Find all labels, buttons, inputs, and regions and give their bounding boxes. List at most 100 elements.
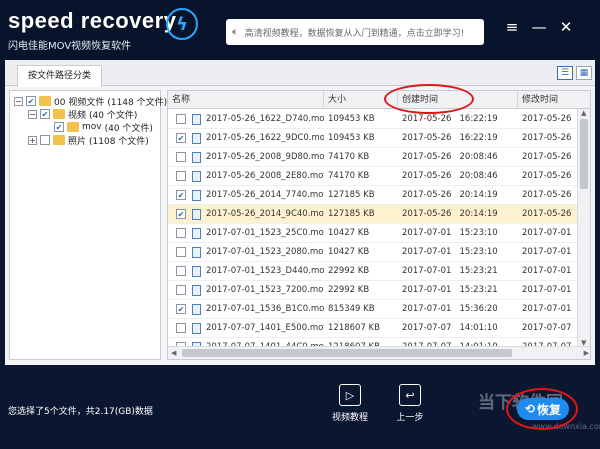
cell-name: 2017-07-01_1523_D440.mov xyxy=(206,266,324,276)
scroll-right-icon[interactable]: ▶ xyxy=(584,349,589,357)
row-checkbox[interactable] xyxy=(176,247,186,257)
checkbox-mov[interactable]: ✔ xyxy=(54,122,64,132)
table-row[interactable]: ✔ 2017-07-01_1536_B1C0.mov 815349 KB 2017-0… xyxy=(168,300,579,319)
row-checkbox[interactable] xyxy=(176,323,186,333)
collapse-icon[interactable]: − xyxy=(14,96,23,106)
scroll-thumb[interactable] xyxy=(580,119,588,189)
table-row[interactable]: 2017-07-01_1523_7200.mov 22992 KB 2017-07-… xyxy=(168,281,579,300)
cell-created: 2017-07-07 14:01:10 xyxy=(402,323,498,333)
cell-modified: 2017-07-01 xyxy=(522,285,572,295)
table-row[interactable]: 2017-05-26_2008_9D80.mov 74170 KB 2017-05-… xyxy=(168,148,579,167)
scroll-up-icon[interactable]: ▲ xyxy=(581,109,586,117)
checkbox-photo[interactable] xyxy=(40,135,50,145)
cell-modified: 2017-07-01 xyxy=(522,247,572,257)
cell-name: 2017-07-01_1523_7200.mov xyxy=(206,285,324,295)
column-modified[interactable]: 修改时间 xyxy=(518,91,590,109)
row-checkbox[interactable]: ✔ xyxy=(176,190,186,200)
tree-node-mov[interactable]: ✔ mov (40 个文件) xyxy=(54,121,153,134)
cell-created: 2017-07-01 15:23:21 xyxy=(402,285,498,295)
cell-name: 2017-07-07_1401_E500.mov xyxy=(206,323,324,333)
cell-name: 2017-05-26_2008_9D80.mov xyxy=(206,152,324,162)
cell-created: 2017-07-01 15:36:20 xyxy=(402,304,498,314)
tree-node-photo[interactable]: + 照片 (1108 个文件) xyxy=(28,134,149,147)
table-header: 名称 大小 创建时间 修改时间 xyxy=(168,91,590,109)
video-file-icon xyxy=(192,114,201,125)
video-file-icon xyxy=(192,171,201,182)
minimize-icon[interactable]: — xyxy=(530,18,548,36)
back-label: 上一步 xyxy=(396,413,424,423)
row-checkbox[interactable] xyxy=(176,266,186,276)
folder-icon xyxy=(67,122,79,132)
video-file-icon xyxy=(192,133,201,144)
row-checkbox[interactable]: ✔ xyxy=(176,304,186,314)
tree-count-video: (40 个文件) xyxy=(89,110,138,121)
highlight-ring-created xyxy=(384,84,474,114)
cell-size: 22992 KB xyxy=(328,266,370,276)
table-row[interactable]: 2017-05-26_2008_2E80.mov 74170 KB 2017-05-… xyxy=(168,167,579,186)
cell-name: 2017-07-01_1523_2080.mov xyxy=(206,247,324,257)
cell-name: 2017-05-26_1622_D740.mov xyxy=(206,114,324,124)
table-row[interactable]: 2017-07-07_1401_E500.mov 1218607 KB 2017-0… xyxy=(168,319,579,338)
tree-count-root: (1148 个文件) xyxy=(107,97,168,108)
tab-by-path[interactable]: 按文件路径分类 xyxy=(17,65,103,87)
cell-size: 109453 KB xyxy=(328,114,375,124)
cell-name: 2017-07-01_1523_25C0.mov xyxy=(206,228,324,238)
grid-view-icon[interactable]: ▦ xyxy=(576,66,592,80)
row-checkbox[interactable] xyxy=(176,114,186,124)
tree-label-video: 视频 xyxy=(68,110,87,121)
video-file-icon xyxy=(192,304,201,315)
cell-modified: 2017-07-07 xyxy=(522,323,572,333)
row-checkbox[interactable] xyxy=(176,285,186,295)
cell-modified: 2017-07-01 xyxy=(522,304,572,314)
cell-created: 2017-05-26 16:22:19 xyxy=(402,133,498,143)
tutorial-banner[interactable]: 🔈︎ 高清视频教程，数据恢复从入门到精通，点击立即学习! xyxy=(226,19,484,45)
cell-size: 109453 KB xyxy=(328,133,375,143)
row-checkbox[interactable] xyxy=(176,171,186,181)
folder-icon xyxy=(39,96,51,106)
cell-modified: 2017-07-01 xyxy=(522,266,572,276)
column-name[interactable]: 名称 xyxy=(168,91,324,109)
tree-label-photo: 照片 xyxy=(68,136,87,147)
cell-name: 2017-05-26_2008_2E80.mov xyxy=(206,171,324,181)
cell-created: 2017-07-01 15:23:21 xyxy=(402,266,498,276)
lightning-logo-icon: ϟ xyxy=(166,8,198,40)
collapse-icon[interactable]: − xyxy=(28,109,37,119)
checkbox-video[interactable]: ✔ xyxy=(40,109,50,119)
cell-modified: 2017-05-26 xyxy=(522,114,572,124)
file-table: 名称 大小 创建时间 修改时间 2017-05-26_1622_D740.mov… xyxy=(167,90,591,360)
table-row[interactable]: ✔ 2017-05-26_2014_7740.mov 127185 KB 2017-0… xyxy=(168,186,579,205)
menu-icon[interactable]: ≡ xyxy=(503,18,521,36)
expand-icon[interactable]: + xyxy=(28,135,37,145)
scroll-left-icon[interactable]: ◀ xyxy=(171,349,176,357)
table-row[interactable]: 2017-05-26_1622_D740.mov 109453 KB 2017-05… xyxy=(168,110,579,129)
cell-modified: 2017-05-26 xyxy=(522,133,572,143)
table-row[interactable]: ✔ 2017-05-26_1622_9DC0.mov 109453 KB 2017-0… xyxy=(168,129,579,148)
close-icon[interactable]: ✕ xyxy=(557,18,575,36)
vertical-scrollbar[interactable]: ▲ ▼ xyxy=(577,109,590,347)
list-view-icon[interactable]: ☰ xyxy=(557,66,573,80)
back-button[interactable]: ↩ 上一步 xyxy=(390,384,430,423)
video-file-icon xyxy=(192,152,201,163)
table-row[interactable]: ✔ 2017-05-26_2014_9C40.mov 127185 KB 2017-0… xyxy=(168,205,579,224)
cell-size: 74170 KB xyxy=(328,152,370,162)
cell-size: 127185 KB xyxy=(328,209,375,219)
folder-icon xyxy=(53,109,65,119)
cell-modified: 2017-05-26 xyxy=(522,171,572,181)
table-row[interactable]: 2017-07-01_1523_25C0.mov 10427 KB 2017-07-… xyxy=(168,224,579,243)
cell-created: 2017-05-26 20:08:46 xyxy=(402,171,498,181)
table-row[interactable]: 2017-07-01_1523_2080.mov 10427 KB 2017-07-… xyxy=(168,243,579,262)
cell-name: 2017-05-26_2014_9C40.mov xyxy=(206,209,324,219)
row-checkbox[interactable] xyxy=(176,152,186,162)
tree-node-video[interactable]: − ✔ 视频 (40 个文件) xyxy=(28,108,138,121)
table-row[interactable]: 2017-07-01_1523_D440.mov 22992 KB 2017-07-… xyxy=(168,262,579,281)
scroll-thumb-h[interactable] xyxy=(182,349,512,357)
horizontal-scrollbar[interactable]: ◀ ▶ xyxy=(168,346,590,359)
row-checkbox[interactable]: ✔ xyxy=(176,133,186,143)
tree-node-root[interactable]: − ✔ 00 视频文件 (1148 个文件) xyxy=(14,95,168,108)
row-checkbox[interactable] xyxy=(176,228,186,238)
row-checkbox[interactable]: ✔ xyxy=(176,209,186,219)
tutorial-button[interactable]: ▷ 视频教程 xyxy=(330,384,370,423)
video-file-icon xyxy=(192,228,201,239)
cell-name: 2017-07-01_1536_B1C0.mov xyxy=(206,304,324,314)
checkbox-root[interactable]: ✔ xyxy=(26,96,36,106)
